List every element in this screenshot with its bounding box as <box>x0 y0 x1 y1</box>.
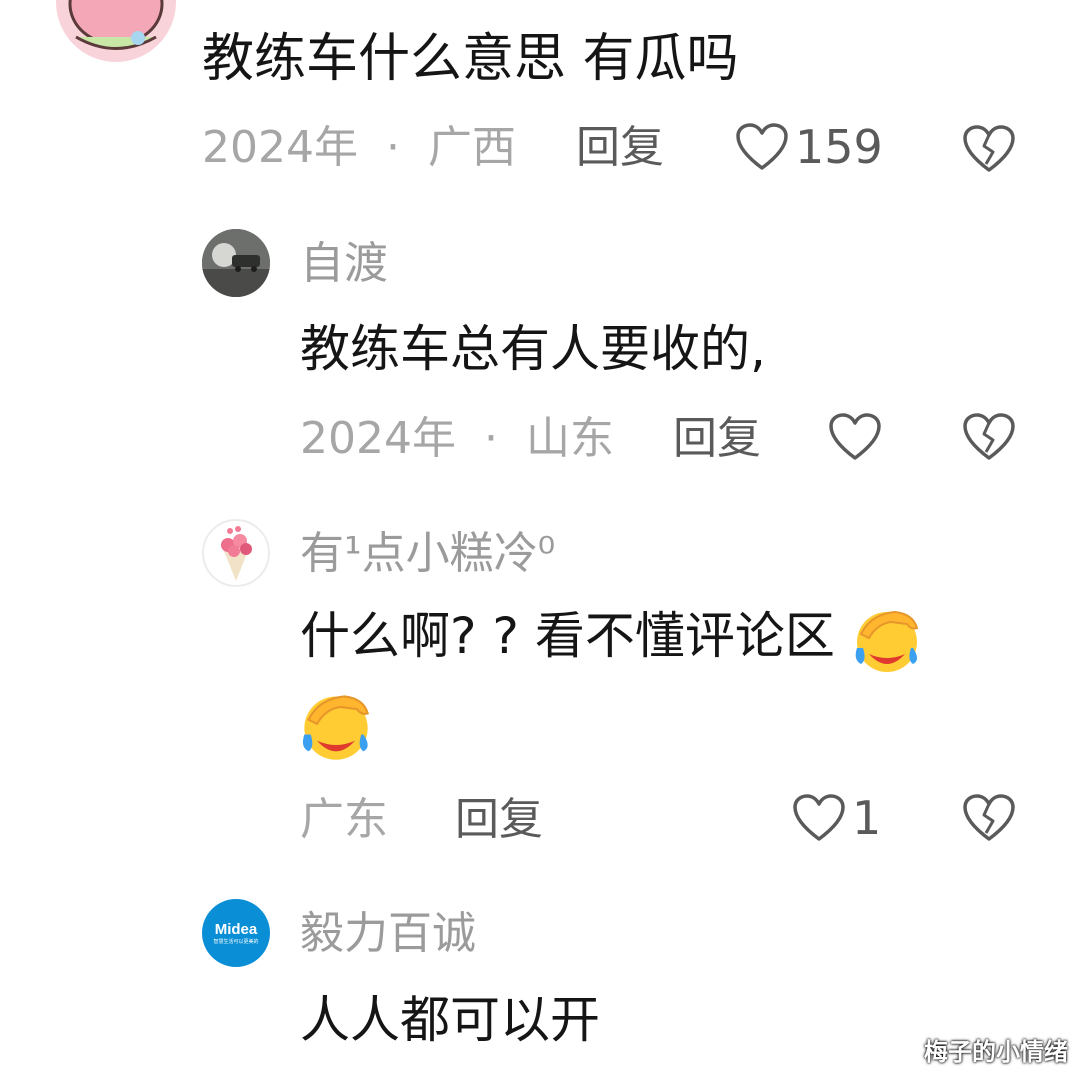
pink-cartoon-avatar-icon <box>56 0 176 62</box>
like-button[interactable] <box>828 412 882 462</box>
comment-text: 教练车总有人要收的, <box>300 320 766 378</box>
username[interactable]: 自渡 <box>300 242 388 286</box>
comment-text: 人人都可以开 <box>300 991 600 1049</box>
comment-text: 什么啊? ? 看不懂评论区 <box>300 600 923 676</box>
comment-time: 2024年 <box>300 413 456 464</box>
car-photo-avatar-icon <box>202 229 270 297</box>
reply-button[interactable]: 回复 <box>576 126 664 170</box>
comment-location: 广东 <box>300 794 388 845</box>
heart-icon <box>829 413 881 460</box>
comment-emoji-line <box>298 688 374 764</box>
facepalm-laugh-cry-emoji-icon <box>855 610 919 672</box>
comment-meta: 2024年 · 广西 <box>202 126 516 170</box>
comment-location: 广西 <box>427 122 516 173</box>
broken-heart-icon <box>963 125 1015 172</box>
broken-heart-icon <box>963 794 1015 841</box>
facepalm-laugh-cry-emoji-icon <box>302 695 369 760</box>
comment-time: 2024年 <box>202 122 358 173</box>
broken-heart-icon <box>963 413 1015 460</box>
heart-icon <box>793 794 845 841</box>
comment-meta: 2024年 · 山东 <box>300 417 614 461</box>
comment-location: 山东 <box>525 413 614 464</box>
meta-separator: · <box>385 122 400 173</box>
username[interactable]: 毅力百诚 <box>300 912 476 956</box>
flower-bouquet-avatar-icon <box>221 526 252 581</box>
heart-icon <box>736 123 788 170</box>
watermark: 梅子的小情绪 <box>924 1038 1068 1066</box>
reply-button[interactable]: 回复 <box>455 798 543 842</box>
avatar[interactable] <box>202 229 270 297</box>
comment-text: 教练车什么意思 有瓜吗 <box>202 29 739 89</box>
comment-text-line: 什么啊? ? 看不懂评论区 <box>300 607 835 665</box>
midea-tagline: 智慧生活可以更美的 <box>213 938 259 945</box>
avatar[interactable] <box>56 0 176 62</box>
like-button[interactable]: 1 <box>792 793 881 843</box>
like-button[interactable]: 159 <box>735 122 883 172</box>
avatar[interactable]: Midea 智慧生活可以更美的 <box>202 899 270 967</box>
dislike-button[interactable] <box>962 412 1016 466</box>
username[interactable]: 有¹点小糕冷⁰ <box>300 532 555 576</box>
avatar[interactable] <box>202 519 270 587</box>
dislike-button[interactable] <box>962 793 1016 847</box>
meta-separator: · <box>483 413 498 464</box>
like-count: 1 <box>852 791 882 845</box>
reply-button[interactable]: 回复 <box>673 417 761 461</box>
midea-logo: Midea <box>214 920 258 938</box>
dislike-button[interactable] <box>962 124 1016 178</box>
like-count: 159 <box>795 120 883 174</box>
